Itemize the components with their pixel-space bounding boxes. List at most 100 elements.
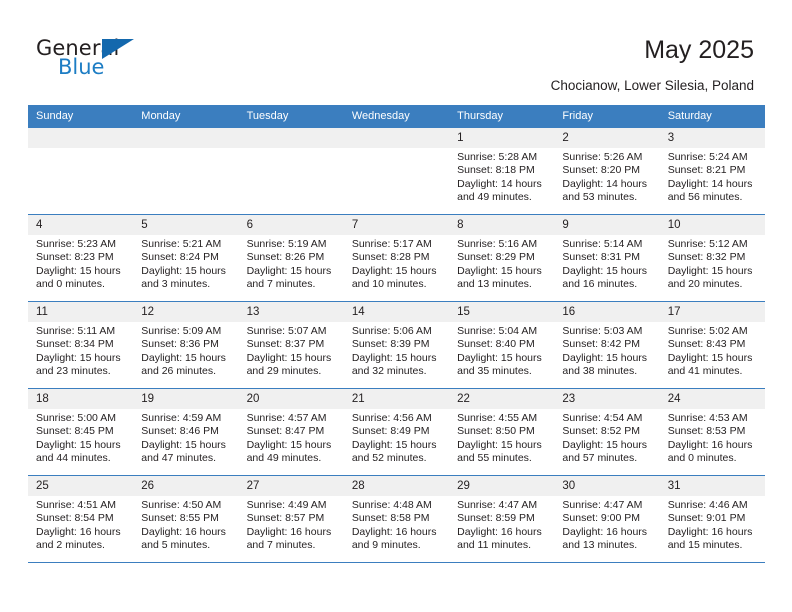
sunrise-time: Sunrise: 4:47 AM: [457, 499, 538, 511]
day-number: 28: [343, 476, 450, 496]
day-details: Sunrise: 4:59 AM Sunset: 8:46 PM Daylight:…: [133, 409, 238, 466]
calendar-day-cell[interactable]: 18 Sunrise: 5:00 AM Sunset: 8:45 PM Dayligh…: [28, 388, 134, 476]
day-number: 30: [554, 476, 660, 496]
calendar-week-row: 25 Sunrise: 4:51 AM Sunset: 8:54 PM Dayligh…: [28, 475, 765, 563]
day-number: 7: [343, 215, 450, 235]
daylight-duration-line1: Daylight: 16 hours: [246, 525, 332, 538]
daylight-duration-line2: and 20 minutes.: [667, 278, 743, 291]
sunset-time: Sunset: 8:59 PM: [457, 512, 535, 525]
sunset-time: Sunset: 8:49 PM: [351, 425, 430, 438]
day-number: 3: [659, 128, 765, 148]
calendar-day-cell[interactable]: 2 Sunrise: 5:26 AM Sunset: 8:20 PM Daylight…: [554, 127, 660, 215]
sunset-time: Sunset: 8:37 PM: [246, 338, 325, 351]
daylight-duration-line1: Daylight: 15 hours: [351, 438, 437, 451]
calendar-day-cell[interactable]: 10 Sunrise: 5:12 AM Sunset: 8:32 PM Dayligh…: [659, 214, 765, 302]
brand-logo[interactable]: General Blue: [36, 38, 156, 86]
day-details: Sunrise: 5:09 AM Sunset: 8:36 PM Daylight:…: [133, 322, 238, 379]
daylight-duration-line1: Daylight: 15 hours: [562, 351, 648, 364]
day-details: Sunrise: 4:47 AM Sunset: 9:00 PM Daylight:…: [554, 496, 659, 553]
day-number: 31: [659, 476, 765, 496]
day-details: Sunrise: 5:19 AM Sunset: 8:26 PM Daylight:…: [239, 235, 344, 292]
sunset-time: Sunset: 8:40 PM: [457, 338, 535, 351]
calendar-day-cell-empty: [343, 127, 450, 215]
daylight-duration-line1: Daylight: 15 hours: [457, 264, 542, 277]
sunrise-time: Sunrise: 5:00 AM: [36, 412, 116, 424]
daylight-duration-line2: and 55 minutes.: [457, 452, 532, 465]
calendar-body: 1 Sunrise: 5:28 AM Sunset: 8:18 PM Daylight…: [28, 127, 765, 563]
sunrise-time: Sunrise: 5:14 AM: [562, 238, 643, 250]
calendar-day-cell[interactable]: 20 Sunrise: 4:57 AM Sunset: 8:47 PM Dayligh…: [238, 388, 344, 476]
sunset-time: Sunset: 8:18 PM: [457, 164, 535, 177]
daylight-duration-line1: Daylight: 14 hours: [457, 177, 542, 190]
daylight-duration-line2: and 26 minutes.: [141, 365, 216, 378]
day-details: Sunrise: 4:49 AM Sunset: 8:57 PM Daylight:…: [239, 496, 344, 553]
calendar-day-cell[interactable]: 8 Sunrise: 5:16 AM Sunset: 8:29 PM Daylight…: [449, 214, 555, 302]
calendar-day-cell[interactable]: 6 Sunrise: 5:19 AM Sunset: 8:26 PM Daylight…: [238, 214, 344, 302]
sunrise-time: Sunrise: 5:17 AM: [351, 238, 432, 250]
calendar-day-cell[interactable]: 19 Sunrise: 4:59 AM Sunset: 8:46 PM Dayligh…: [133, 388, 239, 476]
sunrise-time: Sunrise: 4:46 AM: [667, 499, 748, 511]
daylight-duration-line2: and 11 minutes.: [457, 539, 532, 552]
daylight-duration-line2: and 49 minutes.: [457, 191, 532, 204]
sunrise-time: Sunrise: 5:03 AM: [562, 325, 643, 337]
calendar-page: General Blue May 2025 Chocianow, Lower S…: [0, 0, 792, 612]
calendar-day-cell[interactable]: 28 Sunrise: 4:48 AM Sunset: 8:58 PM Dayligh…: [343, 475, 450, 563]
calendar-day-cell[interactable]: 14 Sunrise: 5:06 AM Sunset: 8:39 PM Dayligh…: [343, 301, 450, 389]
calendar-day-cell[interactable]: 30 Sunrise: 4:47 AM Sunset: 9:00 PM Dayligh…: [554, 475, 660, 563]
calendar-day-cell[interactable]: 31 Sunrise: 4:46 AM Sunset: 9:01 PM Dayligh…: [659, 475, 765, 563]
weekday-header-row: Sunday Monday Tuesday Wednesday Thursday…: [28, 105, 765, 128]
sunrise-time: Sunrise: 4:55 AM: [457, 412, 538, 424]
sunset-time: Sunset: 9:00 PM: [562, 512, 641, 525]
calendar-day-cell[interactable]: 12 Sunrise: 5:09 AM Sunset: 8:36 PM Dayligh…: [133, 301, 239, 389]
daylight-duration-line1: Daylight: 16 hours: [36, 525, 121, 538]
sunset-time: Sunset: 8:28 PM: [351, 251, 430, 264]
triangle-icon: [102, 39, 134, 59]
calendar-day-cell[interactable]: 17 Sunrise: 5:02 AM Sunset: 8:43 PM Dayligh…: [659, 301, 765, 389]
calendar-day-cell[interactable]: 11 Sunrise: 5:11 AM Sunset: 8:34 PM Dayligh…: [28, 301, 134, 389]
sunset-time: Sunset: 8:58 PM: [351, 512, 430, 525]
daylight-duration-line1: Daylight: 15 hours: [141, 438, 226, 451]
calendar-day-cell[interactable]: 13 Sunrise: 5:07 AM Sunset: 8:37 PM Dayligh…: [238, 301, 344, 389]
calendar-day-cell[interactable]: 9 Sunrise: 5:14 AM Sunset: 8:31 PM Daylight…: [554, 214, 660, 302]
calendar-day-cell[interactable]: 24 Sunrise: 4:53 AM Sunset: 8:53 PM Dayligh…: [659, 388, 765, 476]
daylight-duration-line2: and 0 minutes.: [36, 278, 105, 291]
calendar-day-cell[interactable]: 16 Sunrise: 5:03 AM Sunset: 8:42 PM Dayligh…: [554, 301, 660, 389]
calendar-day-cell[interactable]: 5 Sunrise: 5:21 AM Sunset: 8:24 PM Daylight…: [133, 214, 239, 302]
calendar-day-cell[interactable]: 26 Sunrise: 4:50 AM Sunset: 8:55 PM Dayligh…: [133, 475, 239, 563]
day-details: Sunrise: 5:21 AM Sunset: 8:24 PM Daylight:…: [133, 235, 238, 292]
day-number: 20: [238, 389, 344, 409]
calendar-day-cell[interactable]: 1 Sunrise: 5:28 AM Sunset: 8:18 PM Daylight…: [449, 127, 555, 215]
weekday-header-tuesday: Tuesday: [238, 105, 344, 128]
day-details: Sunrise: 4:46 AM Sunset: 9:01 PM Daylight:…: [660, 496, 765, 553]
calendar-day-cell[interactable]: 21 Sunrise: 4:56 AM Sunset: 8:49 PM Dayligh…: [343, 388, 450, 476]
calendar-day-cell[interactable]: 22 Sunrise: 4:55 AM Sunset: 8:50 PM Dayligh…: [449, 388, 555, 476]
calendar-week-row: 4 Sunrise: 5:23 AM Sunset: 8:23 PM Daylight…: [28, 214, 765, 302]
daylight-duration-line1: Daylight: 15 hours: [246, 351, 332, 364]
calendar-day-cell[interactable]: 23 Sunrise: 4:54 AM Sunset: 8:52 PM Dayligh…: [554, 388, 660, 476]
daylight-duration-line2: and 52 minutes.: [351, 452, 427, 465]
daylight-duration-line1: Daylight: 16 hours: [351, 525, 437, 538]
calendar-day-cell[interactable]: 3 Sunrise: 5:24 AM Sunset: 8:21 PM Daylight…: [659, 127, 765, 215]
brand-name-blue: Blue: [58, 55, 105, 79]
weekday-header-saturday: Saturday: [659, 105, 765, 128]
calendar-day-cell-empty: [28, 127, 134, 215]
day-number: [133, 128, 239, 148]
day-details: Sunrise: 5:26 AM Sunset: 8:20 PM Daylight:…: [554, 148, 659, 205]
calendar-day-cell[interactable]: 27 Sunrise: 4:49 AM Sunset: 8:57 PM Dayligh…: [238, 475, 344, 563]
calendar-day-cell[interactable]: 4 Sunrise: 5:23 AM Sunset: 8:23 PM Daylight…: [28, 214, 134, 302]
sunset-time: Sunset: 8:26 PM: [246, 251, 325, 264]
sunset-time: Sunset: 8:53 PM: [667, 425, 746, 438]
calendar-day-cell[interactable]: 7 Sunrise: 5:17 AM Sunset: 8:28 PM Daylight…: [343, 214, 450, 302]
calendar-day-cell[interactable]: 25 Sunrise: 4:51 AM Sunset: 8:54 PM Dayligh…: [28, 475, 134, 563]
sunrise-time: Sunrise: 5:09 AM: [141, 325, 222, 337]
sunrise-time: Sunrise: 5:26 AM: [562, 151, 643, 163]
sunrise-time: Sunrise: 5:28 AM: [457, 151, 538, 163]
daylight-duration-line2: and 38 minutes.: [562, 365, 638, 378]
sunrise-time: Sunrise: 5:19 AM: [246, 238, 327, 250]
sunrise-time: Sunrise: 4:51 AM: [36, 499, 116, 511]
sunrise-time: Sunrise: 5:04 AM: [457, 325, 538, 337]
sunset-time: Sunset: 8:57 PM: [246, 512, 325, 525]
calendar-day-cell[interactable]: 29 Sunrise: 4:47 AM Sunset: 8:59 PM Dayligh…: [449, 475, 555, 563]
sunrise-time: Sunrise: 5:21 AM: [141, 238, 222, 250]
calendar-day-cell[interactable]: 15 Sunrise: 5:04 AM Sunset: 8:40 PM Dayligh…: [449, 301, 555, 389]
